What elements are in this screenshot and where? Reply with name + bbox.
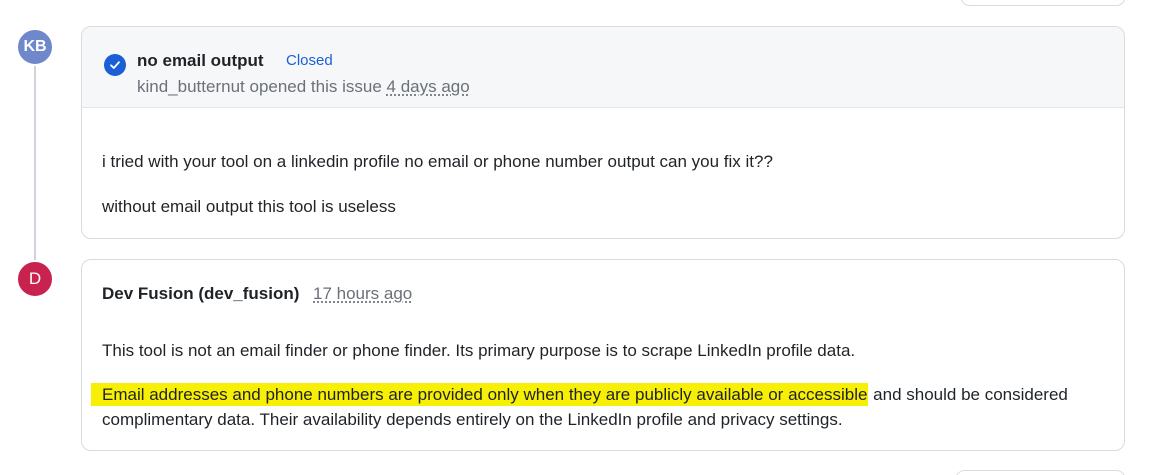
opened-label: opened this issue <box>249 77 382 96</box>
issue-body-paragraph: i tried with your tool on a linkedin pro… <box>102 152 773 171</box>
previous-card-edge <box>960 0 1126 6</box>
issue-meta: kind_butternut opened this issue 4 days … <box>137 77 470 97</box>
highlighted-text: Email addresses and phone numbers are pr… <box>91 383 869 406</box>
comment-timestamp[interactable]: 17 hours ago <box>313 284 412 304</box>
timeline-line <box>34 60 36 270</box>
issue-card: no email output Closed kind_butternut op… <box>81 26 1125 239</box>
issue-body-paragraph: without email output this tool is useles… <box>102 197 396 216</box>
status-badge: Closed <box>286 52 333 69</box>
issue-timestamp[interactable]: 4 days ago <box>387 77 470 96</box>
comment-paragraph: This tool is not an email finder or phon… <box>102 341 856 360</box>
comment-author[interactable]: Dev Fusion (dev_fusion) <box>102 284 299 304</box>
issue-thread: KB no email output Closed kind_butternut… <box>0 0 1153 475</box>
comment-card: Dev Fusion (dev_fusion) 17 hours ago Thi… <box>81 259 1125 451</box>
issue-body: i tried with your tool on a linkedin pro… <box>102 151 773 218</box>
comment-paragraph: Email addresses and phone numbers are pr… <box>91 382 1102 432</box>
check-circle-icon <box>104 54 126 76</box>
issue-title[interactable]: no email output <box>137 51 264 71</box>
comment-body: This tool is not an email finder or phon… <box>91 338 1102 432</box>
avatar[interactable]: D <box>16 260 54 298</box>
issue-header: no email output Closed kind_butternut op… <box>82 27 1124 108</box>
next-card-edge <box>955 470 1126 475</box>
issue-author[interactable]: kind_butternut <box>137 77 245 96</box>
avatar[interactable]: KB <box>16 28 54 66</box>
